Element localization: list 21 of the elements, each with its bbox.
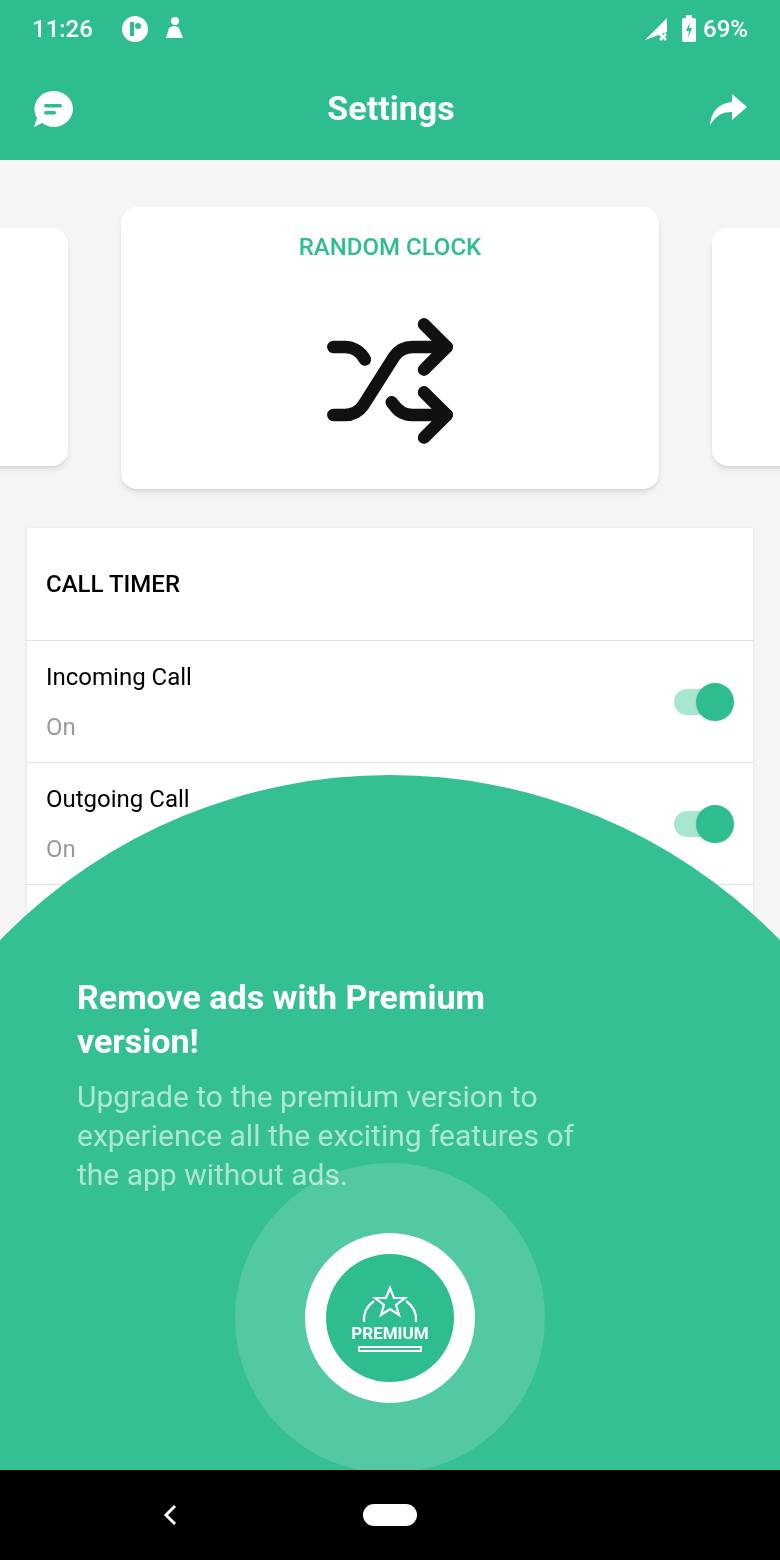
screen-title: Settings <box>327 87 455 130</box>
premium-message: Upgrade to the premium version to experience all the exciting features of the app without ads. <box>77 1078 575 1194</box>
home-button[interactable] <box>363 1504 417 1526</box>
setting-value: On <box>46 711 77 743</box>
setting-label: Outgoing Call <box>46 783 191 815</box>
back-icon[interactable] <box>162 1504 178 1526</box>
battery-icon <box>681 14 698 43</box>
premium-label: PREMIUM <box>351 1322 429 1343</box>
setting-label: Incoming Call <box>46 661 193 693</box>
status-time: 11:26 <box>32 13 93 45</box>
share-icon[interactable] <box>708 91 748 126</box>
battery-percent: 69% <box>703 13 748 45</box>
app-notification-icon <box>120 14 149 43</box>
setting-value: On <box>46 833 77 865</box>
card-title: RANDOM CLOCK <box>298 232 482 263</box>
star-dome-icon <box>360 1284 420 1323</box>
section-heading: CALL TIMER <box>46 569 180 600</box>
carousel-card[interactable]: RANDOM CLOCK <box>121 207 659 489</box>
setting-row[interactable]: Incoming Call On <box>27 640 753 762</box>
chat-icon[interactable] <box>32 88 74 129</box>
premium-title: Remove ads with Premium version! <box>77 976 486 1063</box>
